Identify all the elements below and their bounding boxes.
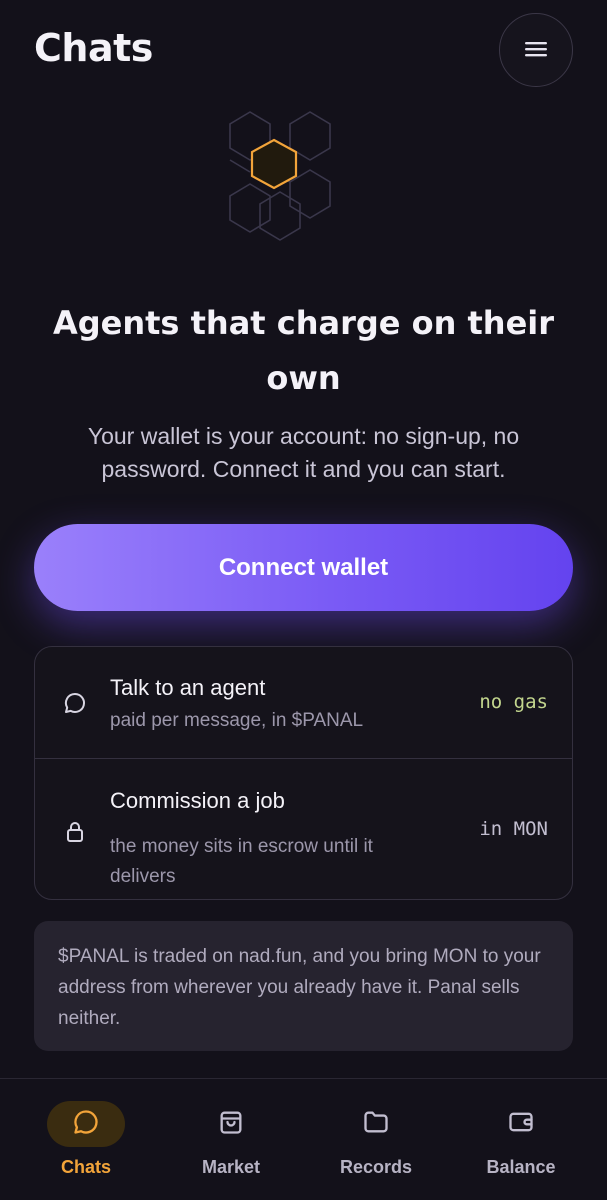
nav-label: Chats	[60, 1157, 111, 1177]
menu-button[interactable]	[499, 13, 573, 87]
option-description: the money sits in escrow until it delive…	[110, 836, 373, 887]
option-title: Talk to an agent	[110, 675, 266, 700]
option-talk-to-agent[interactable]: Talk to an agent paid per message, in $P…	[35, 647, 572, 759]
nav-item-balance[interactable]: Balance	[461, 1079, 581, 1200]
page-title: Chats	[34, 26, 153, 70]
hamburger-menu-icon	[524, 40, 548, 61]
nav-label: Market	[201, 1157, 261, 1177]
nav-label: Records	[339, 1157, 413, 1177]
info-note: $PANAL is traded on nad.fun, and you bri…	[34, 921, 573, 1051]
shopping-bag-icon	[217, 1108, 245, 1141]
option-commission-job[interactable]: Commission a job the money sits in escro…	[35, 759, 572, 899]
nav-label: Balance	[486, 1157, 556, 1177]
folder-icon	[362, 1108, 390, 1141]
headline: Agents that charge on their own	[52, 304, 555, 397]
nav-item-records[interactable]: Records	[316, 1079, 436, 1200]
connect-wallet-button[interactable]: Connect wallet	[34, 524, 573, 611]
lock-icon	[63, 820, 87, 849]
nav-item-market[interactable]: Market	[171, 1079, 291, 1200]
option-tag: no gas	[479, 691, 548, 713]
chat-bubble-icon	[63, 691, 87, 720]
option-description: paid per message, in $PANAL	[110, 710, 364, 731]
wallet-icon	[507, 1108, 535, 1141]
hexagon-network-icon	[210, 100, 350, 250]
options-card: Talk to an agent paid per message, in $P…	[34, 646, 573, 900]
nav-item-chats[interactable]: Chats	[26, 1079, 146, 1200]
option-title: Commission a job	[110, 788, 285, 813]
hero-subtext: Your wallet is your account: no sign-up,…	[87, 423, 520, 482]
option-tag: in MON	[479, 818, 548, 840]
chat-bubble-icon	[72, 1108, 100, 1141]
chats-screen: Chats Agents that charge on their own Yo…	[0, 0, 607, 1200]
bottom-nav: Chats Market Records Balance	[0, 1078, 607, 1200]
